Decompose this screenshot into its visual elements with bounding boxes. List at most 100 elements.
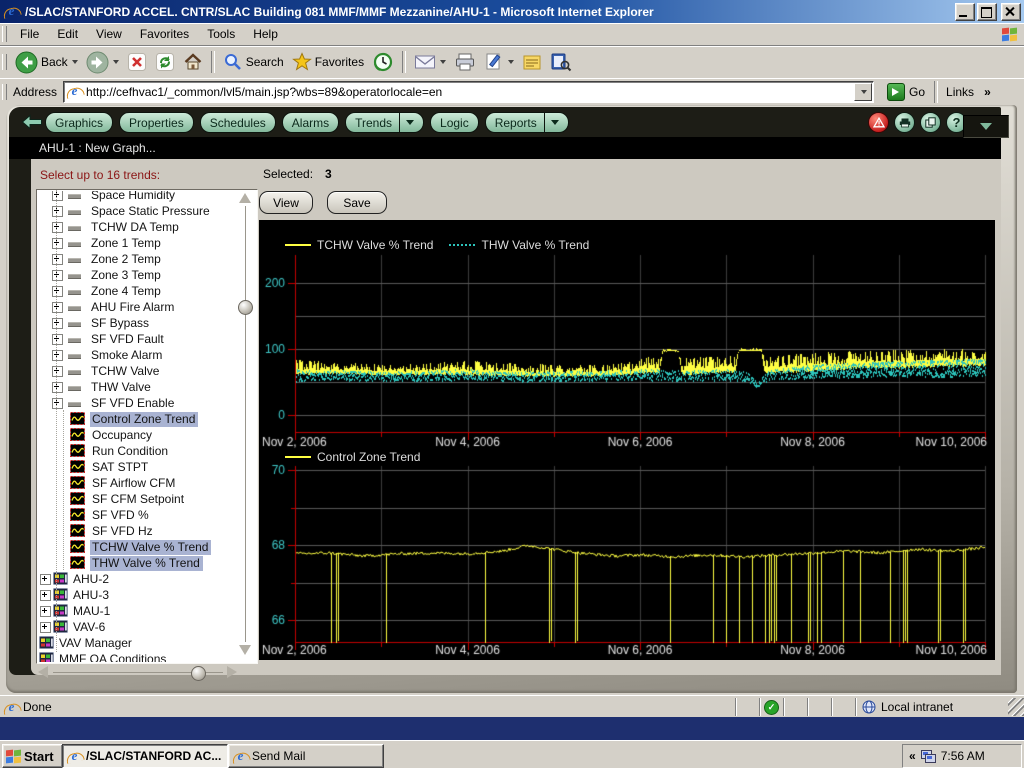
expand-icon[interactable] — [52, 366, 63, 377]
expand-icon[interactable] — [52, 318, 63, 329]
menu-help[interactable]: Help — [244, 24, 287, 44]
expand-icon[interactable] — [40, 590, 51, 601]
tree-item-zone-1-temp[interactable]: Zone 1 Temp — [38, 235, 256, 251]
tree-item-smoke-alarm[interactable]: Smoke Alarm — [38, 347, 256, 363]
home-button[interactable] — [179, 50, 207, 74]
favorites-button[interactable]: Favorites — [288, 50, 368, 74]
tree-item-ahu-fire-alarm[interactable]: AHU Fire Alarm — [38, 299, 256, 315]
tree-item-sf-vfd-hz[interactable]: SF VFD Hz — [38, 523, 256, 539]
links-label[interactable]: Links — [942, 85, 978, 99]
nav-logic[interactable]: Logic — [430, 112, 479, 133]
tree-item-mau-1[interactable]: MAU-1 — [38, 603, 256, 619]
expand-icon[interactable] — [52, 238, 63, 249]
address-dropdown-button[interactable] — [854, 83, 872, 101]
expand-icon[interactable] — [52, 398, 63, 409]
close-button[interactable] — [1001, 3, 1021, 21]
history-button[interactable] — [368, 49, 398, 75]
research-button[interactable] — [546, 50, 576, 74]
tree-item-tchw-valve[interactable]: TCHW Valve — [38, 363, 256, 379]
nav-reports[interactable]: Reports — [485, 112, 569, 133]
menu-favorites[interactable]: Favorites — [131, 24, 198, 44]
tree-scroll-left-icon[interactable] — [38, 666, 48, 678]
expand-icon[interactable] — [40, 574, 51, 585]
forward-button[interactable] — [82, 49, 123, 76]
back-button[interactable]: Back — [11, 49, 82, 76]
address-input[interactable]: e http://cefhvac1/_common/lvl5/main.jsp?… — [63, 81, 874, 103]
expand-icon[interactable] — [52, 206, 63, 217]
copy-page-button[interactable] — [920, 112, 941, 133]
tree-item-sf-vfd-fault[interactable]: SF VFD Fault — [38, 331, 256, 347]
go-button[interactable]: Go — [882, 82, 930, 102]
nav-properties[interactable]: Properties — [119, 112, 194, 133]
expand-icon[interactable] — [40, 606, 51, 617]
tree-item-tchw-da-temp[interactable]: TCHW DA Temp — [38, 219, 256, 235]
tree-item-thw-valve[interactable]: THW Valve — [38, 379, 256, 395]
edit-button[interactable] — [480, 50, 518, 74]
menu-edit[interactable]: Edit — [48, 24, 87, 44]
tree-item-space-static-pressure[interactable]: Space Static Pressure — [38, 203, 256, 219]
print-button[interactable] — [450, 50, 480, 74]
tree-item-occupancy[interactable]: Occupancy — [38, 427, 256, 443]
tree-item-sf-airflow-cfm[interactable]: SF Airflow CFM — [38, 475, 256, 491]
tree-item-thw-valve-trend[interactable]: THW Valve % Trend — [38, 555, 256, 571]
expand-icon[interactable] — [52, 382, 63, 393]
nav-graphics[interactable]: Graphics — [45, 112, 113, 133]
menu-tools[interactable]: Tools — [198, 24, 244, 44]
tree-item-sf-vfd-enable[interactable]: SF VFD Enable — [38, 395, 256, 411]
tree-scroll-right-icon[interactable] — [227, 666, 237, 678]
expand-icon[interactable] — [40, 622, 51, 633]
expand-icon[interactable] — [52, 254, 63, 265]
app-dropdown-button[interactable] — [963, 115, 1009, 138]
tree-item-zone-3-temp[interactable]: Zone 3 Temp — [38, 267, 256, 283]
app-back-button[interactable] — [21, 114, 43, 133]
tree-item-sat-stpt[interactable]: SAT STPT — [38, 459, 256, 475]
expand-icon[interactable] — [52, 350, 63, 361]
tree-item-sf-bypass[interactable]: SF Bypass — [38, 315, 256, 331]
refresh-button[interactable] — [151, 50, 179, 74]
expand-icon[interactable] — [52, 222, 63, 233]
expand-icon[interactable] — [52, 334, 63, 345]
network-icon[interactable] — [921, 750, 936, 763]
maximize-button[interactable] — [977, 3, 997, 21]
minimize-button[interactable] — [955, 3, 975, 21]
tray-chevron[interactable]: « — [909, 749, 916, 763]
tree-item-run-condition[interactable]: Run Condition — [38, 443, 256, 459]
stop-button[interactable] — [123, 50, 151, 74]
save-button[interactable]: Save — [327, 191, 387, 214]
expand-icon[interactable] — [52, 302, 63, 313]
tree-scroll-down-icon[interactable] — [239, 645, 251, 655]
tree-item-ahu-2[interactable]: AHU-2 — [38, 571, 256, 587]
search-button[interactable]: Search — [219, 50, 288, 74]
expand-icon[interactable] — [52, 191, 63, 201]
menu-file[interactable]: File — [11, 24, 48, 44]
tree-item-mmf-oa-conditions[interactable]: MMF OA Conditions — [38, 651, 256, 662]
tree-item-zone-2-temp[interactable]: Zone 2 Temp — [38, 251, 256, 267]
tree-item-zone-4-temp[interactable]: Zone 4 Temp — [38, 283, 256, 299]
nav-reports-dropdown[interactable] — [544, 113, 559, 132]
tree-vscrollbar-thumb[interactable] — [238, 300, 253, 315]
view-button[interactable]: View — [259, 191, 313, 214]
tree-scroll-up-icon[interactable] — [239, 193, 251, 203]
tree-hscrollbar-thumb[interactable] — [191, 666, 206, 681]
print-page-button[interactable] — [894, 112, 915, 133]
mail-button[interactable] — [410, 51, 450, 73]
discuss-button[interactable] — [518, 51, 546, 74]
tree-item-sf-vfd[interactable]: SF VFD % — [38, 507, 256, 523]
menu-view[interactable]: View — [87, 24, 131, 44]
tree-vscrollbar-track[interactable] — [245, 206, 246, 642]
tree-item-vav-6[interactable]: VAV-6 — [38, 619, 256, 635]
nav-trends-dropdown[interactable] — [399, 113, 414, 132]
expand-icon[interactable] — [52, 270, 63, 281]
alarm-button[interactable] — [868, 112, 889, 133]
tree-item-control-zone-trend[interactable]: Control Zone Trend — [38, 411, 256, 427]
nav-alarms[interactable]: Alarms — [282, 112, 339, 133]
expand-icon[interactable] — [52, 286, 63, 297]
tree-item-space-humidity[interactable]: Space Humidity — [38, 191, 256, 203]
links-chevron[interactable]: » — [978, 85, 997, 99]
taskbar-task-send-mail[interactable]: e Send Mail — [228, 744, 384, 768]
nav-schedules[interactable]: Schedules — [200, 112, 276, 133]
tree-item-sf-cfm-setpoint[interactable]: SF CFM Setpoint — [38, 491, 256, 507]
nav-trends[interactable]: Trends — [345, 112, 424, 133]
tree-item-ahu-3[interactable]: AHU-3 — [38, 587, 256, 603]
taskbar-task-slac[interactable]: e /SLAC/STANFORD AC... — [62, 744, 228, 768]
